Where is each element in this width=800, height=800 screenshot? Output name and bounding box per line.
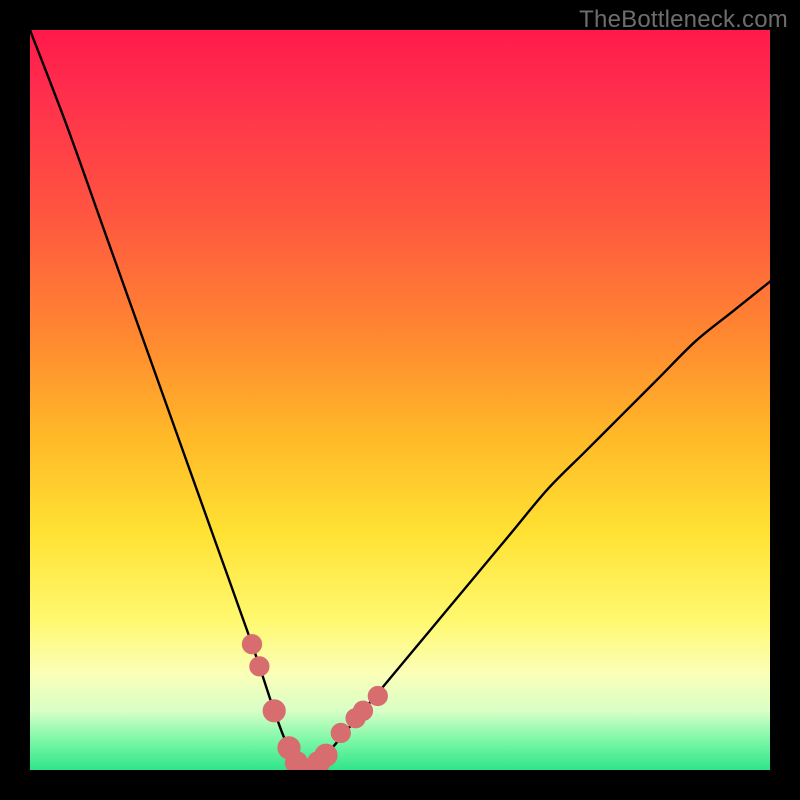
curve-marker: [285, 752, 307, 771]
bottleneck-curve: [30, 30, 770, 770]
curve-marker: [278, 737, 300, 759]
curve-marker: [242, 635, 261, 654]
curve-marker: [315, 744, 337, 766]
curve-marker: [368, 686, 387, 705]
curve-marker: [331, 723, 350, 742]
chart-svg: [30, 30, 770, 770]
plot-area: [30, 30, 770, 770]
curve-marker: [346, 709, 365, 728]
curve-marker: [308, 752, 330, 771]
curve-marker: [250, 657, 269, 676]
curve-marker: [293, 759, 315, 770]
curve-marker: [300, 759, 322, 770]
curve-marker: [353, 701, 372, 720]
marker-group: [242, 635, 387, 770]
chart-frame: TheBottleneck.com: [0, 0, 800, 800]
curve-marker: [263, 700, 285, 722]
